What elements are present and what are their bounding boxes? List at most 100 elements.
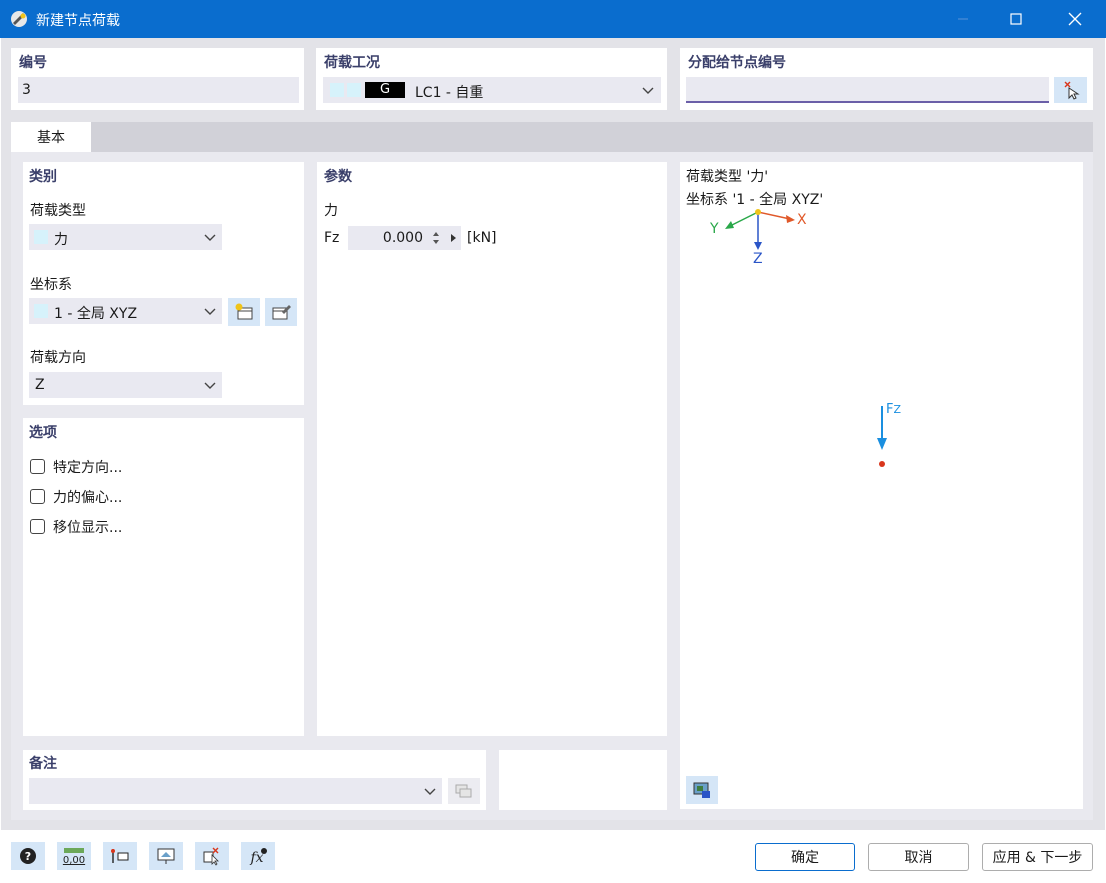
notes-side-card	[499, 750, 667, 810]
coord-system-value: 1 - 全局 XYZ	[54, 306, 138, 322]
parameters-panel: 参数 力 Fz 0.000 [kN]	[317, 162, 667, 736]
shifted-display-label: 移位显示...	[53, 520, 123, 536]
notes-library-button[interactable]	[448, 778, 480, 804]
app-icon	[11, 11, 27, 27]
units-button[interactable]: 0,00	[57, 842, 91, 870]
number-field[interactable]: 3	[18, 77, 299, 103]
cancel-button-label: 取消	[904, 850, 933, 866]
spinner-icon[interactable]	[431, 230, 441, 246]
coord-system-swatch	[34, 304, 48, 318]
shifted-display-checkbox[interactable]	[30, 519, 45, 534]
force-group-label: 力	[324, 203, 338, 219]
assign-nodes-input[interactable]	[686, 77, 1049, 103]
apply-next-button[interactable]: 应用 & 下一步	[982, 843, 1093, 871]
number-label: 编号	[19, 55, 47, 71]
edit-coord-system-button[interactable]	[265, 298, 297, 326]
svg-text:0,00: 0,00	[63, 855, 85, 866]
chevron-down-icon	[204, 234, 216, 241]
chevron-down-icon	[424, 788, 436, 795]
ok-button-label: 确定	[791, 850, 819, 866]
category-heading: 类别	[29, 169, 57, 185]
load-type-select[interactable]: 力	[29, 224, 222, 250]
force-eccentricity-checkbox[interactable]	[30, 489, 45, 504]
bottom-toolbar: ? 0,00 fx 确定 取消 应用 & 下一步	[1, 830, 1105, 882]
close-button[interactable]	[1052, 0, 1098, 38]
number-card: 编号 3	[11, 48, 304, 110]
loadcase-card: 荷载工况 G LC1 - 自重	[316, 48, 667, 110]
display-settings-icon	[693, 782, 710, 798]
model-info-button[interactable]	[103, 842, 137, 870]
formula-icon: fx	[249, 848, 267, 866]
category-panel: 类别 荷载类型 力 坐标系 1 - 全局 XYZ 荷载方向 Z	[23, 162, 304, 405]
fz-value: 0.000	[382, 230, 423, 246]
force-eccentricity-label: 力的偏心...	[53, 490, 123, 506]
loadcase-label: 荷载工况	[324, 55, 380, 71]
arrow-right-icon[interactable]	[449, 232, 457, 244]
loadcase-badge: G	[365, 82, 405, 98]
assign-card: 分配给节点编号	[680, 48, 1093, 110]
cancel-button[interactable]: 取消	[868, 843, 969, 871]
units-decimal-icon: 0,00	[63, 848, 85, 866]
load-direction-value: Z	[35, 377, 45, 393]
loadcase-color-swatch-2	[347, 83, 361, 97]
cursor-pick-icon	[1064, 81, 1080, 100]
pick-nodes-button[interactable]	[1054, 77, 1087, 103]
options-heading: 选项	[29, 425, 57, 441]
help-button[interactable]: ?	[11, 842, 45, 870]
axis-x-label: X	[797, 212, 807, 228]
close-icon	[1068, 12, 1082, 26]
preview-load-type-text: 荷载类型 '力'	[686, 169, 769, 185]
tab-strip	[11, 122, 1093, 152]
tab-basic-label: 基本	[37, 130, 65, 146]
load-direction-label: 荷载方向	[30, 350, 86, 366]
minimize-icon	[958, 18, 968, 20]
maximize-icon	[1010, 13, 1022, 25]
force-label: FZ	[886, 402, 901, 417]
load-type-value: 力	[54, 232, 68, 248]
view-render-icon	[157, 848, 175, 864]
loadcase-select[interactable]: G LC1 - 自重	[323, 77, 661, 103]
parameters-heading: 参数	[324, 169, 352, 185]
coord-system-select[interactable]: 1 - 全局 XYZ	[29, 298, 222, 324]
specific-direction-label: 特定方向...	[53, 460, 123, 476]
number-value: 3	[22, 82, 31, 98]
select-cursor-icon	[203, 847, 219, 866]
fz-label: Fz	[324, 230, 340, 246]
svg-text:?: ?	[25, 850, 31, 863]
tab-basic[interactable]: 基本	[11, 122, 91, 152]
loadcase-color-swatch-1	[330, 83, 344, 97]
chevron-down-icon	[642, 87, 654, 94]
preview-panel: 荷载类型 '力' 坐标系 '1 - 全局 XYZ' X Y Z FZ	[680, 162, 1083, 809]
view-button[interactable]	[149, 842, 183, 870]
new-coord-system-button[interactable]	[228, 298, 260, 326]
model-info-icon	[111, 849, 129, 863]
maximize-button[interactable]	[993, 0, 1039, 38]
library-icon	[455, 784, 472, 798]
new-item-icon	[235, 303, 253, 320]
notes-select[interactable]	[29, 778, 442, 804]
options-panel: 选项 特定方向... 力的偏心... 移位显示...	[23, 418, 304, 736]
help-icon: ?	[20, 848, 36, 864]
axis-z-label: Z	[753, 251, 763, 267]
force-label-sub: Z	[893, 403, 902, 416]
axis-triad-graphic	[725, 209, 795, 250]
fz-unit: [kN]	[467, 230, 497, 246]
load-direction-select[interactable]: Z	[29, 372, 222, 398]
preview-options-button[interactable]	[686, 776, 718, 804]
notes-label: 备注	[29, 756, 57, 772]
window-title: 新建节点荷载	[36, 13, 120, 29]
title-bar: 新建节点荷载	[0, 0, 1106, 38]
formula-button[interactable]: fx	[241, 842, 275, 870]
specific-direction-checkbox[interactable]	[30, 459, 45, 474]
apply-next-button-label: 应用 & 下一步	[992, 850, 1083, 866]
select-objects-button[interactable]	[195, 842, 229, 870]
fz-input[interactable]: 0.000	[348, 226, 461, 250]
assign-label: 分配给节点编号	[688, 55, 786, 71]
load-type-swatch	[34, 230, 48, 244]
ok-button[interactable]: 确定	[755, 843, 855, 871]
minimize-button[interactable]	[940, 0, 986, 38]
edit-item-icon	[272, 305, 291, 320]
notes-card: 备注	[23, 750, 486, 810]
load-type-label: 荷载类型	[30, 203, 86, 219]
coord-system-label: 坐标系	[30, 277, 72, 293]
